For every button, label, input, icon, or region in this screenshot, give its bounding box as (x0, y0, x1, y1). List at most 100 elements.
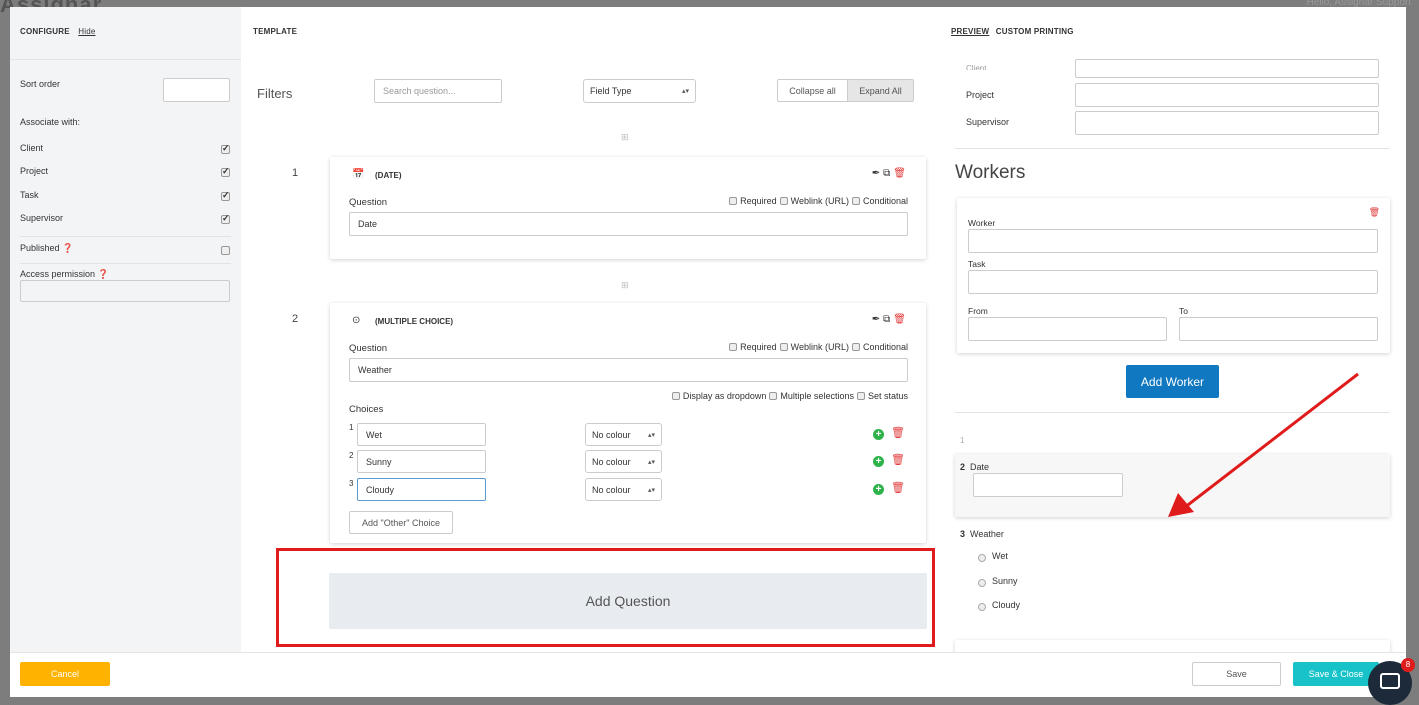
configure-panel: CONFIGURE Hide Sort order Associate with… (10, 7, 241, 652)
access-permission-select[interactable] (20, 280, 230, 302)
annotation-highlight-box (276, 548, 935, 647)
to-input[interactable] (1179, 317, 1378, 341)
add-other-choice-button[interactable]: Add "Other" Choice (349, 511, 453, 534)
add-choice-icon[interactable]: + (873, 456, 884, 467)
associate-task-checkbox[interactable] (221, 190, 230, 201)
preview-item-number: 3 (960, 529, 966, 539)
display-dropdown-label: Display as dropdown (682, 391, 767, 401)
choice-colour-select[interactable]: No colour ▴▾ (585, 423, 662, 446)
question-actions: ✒ ⧉ 🗑 (872, 314, 906, 325)
save-button[interactable]: Save (1192, 662, 1281, 686)
calendar-icon: 📅 (352, 169, 365, 180)
set-status-checkbox[interactable] (856, 392, 865, 400)
pin-icon[interactable]: ✒ (872, 314, 880, 325)
preview-item-number: 2 (960, 462, 966, 472)
field-type-select[interactable]: Field Type ▴▾ (583, 79, 696, 103)
add-choice-icon[interactable]: + (873, 429, 884, 440)
question-text-input[interactable]: Date (349, 212, 908, 236)
conditional-label: Conditional (862, 342, 908, 352)
choice-colour-select[interactable]: No colour ▴▾ (585, 450, 662, 473)
weblink-checkbox[interactable] (779, 343, 788, 351)
weather-radio[interactable] (978, 603, 986, 611)
tab-preview[interactable]: PREVIEW (951, 27, 989, 36)
multiple-selections-checkbox[interactable] (769, 392, 778, 400)
question-text-input[interactable]: Weather (349, 358, 908, 382)
from-input[interactable] (968, 317, 1167, 341)
preview-supervisor-input[interactable] (1075, 111, 1379, 135)
associate-client-checkbox[interactable] (221, 143, 230, 154)
display-dropdown-checkbox[interactable] (671, 392, 680, 400)
weather-radio[interactable] (978, 554, 986, 562)
published-checkbox[interactable] (221, 246, 230, 255)
weather-choice-label: Wet (992, 551, 1008, 561)
question-number: 2 (292, 313, 299, 325)
choice-input[interactable]: Sunny (357, 450, 486, 473)
chat-icon (1380, 673, 1400, 689)
conditional-checkbox[interactable] (851, 197, 860, 205)
preview-supervisor-label: Supervisor (966, 117, 1010, 127)
add-choice-icon[interactable]: + (873, 484, 884, 495)
expand-all-button[interactable]: Expand All (847, 79, 914, 102)
question-type-label: (MULTIPLE CHOICE) (375, 317, 454, 326)
question-card-date[interactable]: 📅 (DATE) ✒ ⧉ 🗑 Question Required Weblink… (330, 157, 926, 259)
preview-client-input[interactable] (1075, 59, 1379, 78)
choice-options: Display as dropdown Multiple selections … (671, 391, 908, 401)
associate-label: Associate with: (20, 117, 81, 127)
question-options: Required Weblink (URL) Conditional (729, 196, 908, 206)
required-checkbox[interactable] (729, 343, 738, 351)
choice-input[interactable]: Wet (357, 423, 486, 446)
hide-link[interactable]: Hide (78, 27, 95, 36)
choice-number: 1 (349, 423, 354, 432)
conditional-checkbox[interactable] (851, 343, 860, 351)
configure-title: CONFIGURE (20, 27, 70, 36)
trash-icon[interactable]: 🗑 (1369, 207, 1380, 218)
weather-radio[interactable] (978, 579, 986, 587)
delete-choice-icon[interactable]: 🗑 (891, 481, 905, 494)
preview-next-item (955, 640, 1390, 652)
collapse-all-button[interactable]: Collapse all (777, 79, 848, 102)
conditional-label: Conditional (862, 196, 908, 206)
question-number: 1 (292, 167, 299, 179)
choice-colour-value: No colour (592, 484, 631, 495)
add-between-icon[interactable]: ⊞ (621, 280, 629, 291)
preview-project-input[interactable] (1075, 83, 1379, 107)
weblink-checkbox[interactable] (779, 197, 788, 205)
save-close-button[interactable]: Save & Close (1293, 662, 1379, 686)
worker-input[interactable] (968, 229, 1378, 253)
field-type-value: Field Type (590, 86, 632, 96)
associate-supervisor-checkbox[interactable] (221, 213, 230, 224)
search-question-input[interactable]: Search question... (374, 79, 502, 103)
preview-date-input[interactable] (973, 473, 1123, 497)
associate-project-checkbox[interactable] (221, 166, 230, 177)
choice-input[interactable]: Cloudy (357, 478, 486, 501)
published-text: Published (20, 243, 60, 253)
required-checkbox[interactable] (729, 197, 738, 205)
preview-item-label: Date (970, 462, 990, 472)
worker-label: Worker (968, 218, 996, 228)
choice-number: 3 (349, 479, 354, 488)
trash-icon[interactable]: 🗑 (893, 314, 906, 325)
delete-choice-icon[interactable]: 🗑 (891, 426, 905, 439)
select-arrows-icon: ▴▾ (647, 486, 655, 494)
radio-target-icon: ⊙ (352, 315, 361, 326)
sort-order-input[interactable] (163, 78, 230, 102)
copy-icon[interactable]: ⧉ (883, 168, 890, 179)
delete-choice-icon[interactable]: 🗑 (891, 453, 905, 466)
cancel-button[interactable]: Cancel (20, 662, 110, 686)
add-between-icon[interactable]: ⊞ (621, 132, 629, 143)
tab-custom-printing[interactable]: CUSTOM PRINTING (996, 27, 1074, 36)
copy-icon[interactable]: ⧉ (883, 314, 890, 325)
worker-card: 🗑 Worker Task From To (957, 198, 1390, 353)
help-icon[interactable]: ❓ (62, 243, 73, 253)
preview-project-label: Project (966, 90, 995, 100)
choice-colour-select[interactable]: No colour ▴▾ (585, 478, 662, 501)
preview-item-number: 1 (960, 436, 965, 445)
annotation-arrow (1168, 372, 1359, 517)
question-card-multiple-choice[interactable]: ⊙ (MULTIPLE CHOICE) ✒ ⧉ 🗑 Question Requi… (330, 303, 926, 543)
help-icon[interactable]: ❓ (98, 269, 109, 279)
question-options: Required Weblink (URL) Conditional (729, 342, 908, 352)
trash-icon[interactable]: 🗑 (893, 168, 906, 179)
configure-header: CONFIGURE Hide (20, 27, 96, 36)
pin-icon[interactable]: ✒ (872, 168, 880, 179)
task-input[interactable] (968, 270, 1378, 294)
